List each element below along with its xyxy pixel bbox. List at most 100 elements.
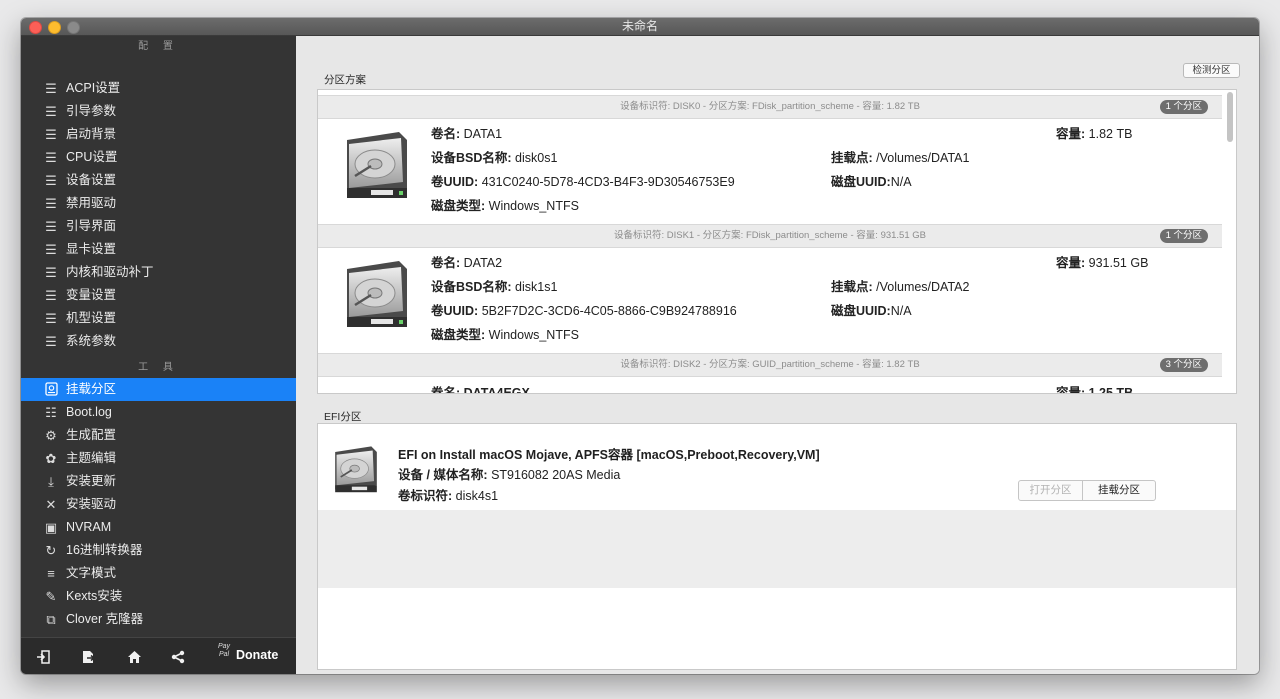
partition-list-panel[interactable]: 设备标识符: DISK0 - 分区方案: FDisk_partition_sch…	[317, 89, 1237, 394]
sidebar-bottom-bar: Pay Pal Donate	[21, 637, 296, 674]
disk-row[interactable]: 卷名: DATA2 容量: 931.51 GB 设备BSD名称: disk1s1…	[318, 248, 1222, 356]
disk-type: 磁盘类型: Windows_NTFS	[431, 199, 579, 213]
bsd-name: 设备BSD名称: disk1s1	[431, 280, 558, 294]
chip-icon: ▣	[44, 520, 58, 535]
efi-title: EFI on Install macOS Mojave, APFS容器 [mac…	[398, 448, 820, 462]
partition-count-badge: 3 个分区	[1159, 358, 1208, 372]
disk-header: 设备标识符: DISK1 - 分区方案: FDisk_partition_sch…	[318, 224, 1222, 248]
clone-icon: ⧉	[46, 612, 56, 627]
tools-icon: ✕	[45, 497, 57, 512]
sidebar-item-boot-log[interactable]: ☷ Boot.log	[21, 401, 296, 424]
list-icon: ☰	[45, 242, 57, 257]
detect-partition-button[interactable]: 检测分区	[1183, 63, 1240, 78]
donate-button[interactable]: Donate	[236, 648, 278, 662]
list-icon: ☰	[45, 150, 57, 165]
list-icon: ☰	[45, 104, 57, 119]
scrollbar[interactable]	[1227, 92, 1233, 142]
list-icon: ☰	[45, 196, 57, 211]
capacity: 容量: 1.25 TB	[1056, 386, 1134, 394]
sidebar-item-install-update[interactable]: ⤓ 安装更新	[21, 470, 296, 493]
volume-name: 卷名: DATA4EGX	[431, 386, 530, 394]
hard-drive-icon	[341, 259, 413, 331]
volume-name: 卷名: DATA1	[431, 127, 503, 141]
efi-volume-id: 卷标识符: disk4s1	[398, 489, 499, 503]
window-title: 未命名	[621, 19, 658, 33]
disk-header: 设备标识符: DISK0 - 分区方案: FDisk_partition_sch…	[318, 95, 1222, 119]
mount-partition-button[interactable]: 挂载分区	[1083, 481, 1155, 500]
disk-uuid: 磁盘UUID:N/A	[831, 304, 912, 318]
mount-point: 挂载点: /Volumes/DATA2	[831, 280, 970, 294]
config-section-header: 配 置	[138, 41, 179, 52]
home-icon[interactable]	[124, 647, 144, 667]
sidebar-item-hex-converter[interactable]: ↻ 16进制转换器	[21, 539, 296, 562]
disk-type: 磁盘类型: Windows_NTFS	[431, 328, 579, 342]
palette-icon: ✿	[45, 451, 57, 466]
tools-section-header: 工 具	[138, 362, 179, 373]
disk-row[interactable]: 卷名: DATA4EGX 容量: 1.25 TB	[318, 377, 1222, 394]
list-icon: ☰	[45, 81, 57, 96]
sidebar-item-kexts-install[interactable]: ✎ Kexts安装	[21, 585, 296, 608]
hard-drive-icon	[341, 130, 413, 202]
disk-header-text: 设备标识符: DISK1 - 分区方案: FDisk_partition_sch…	[613, 230, 926, 241]
export-icon[interactable]	[78, 647, 98, 667]
sidebar-item-kernel-patches[interactable]: ☰ 内核和驱动补丁	[21, 261, 296, 284]
paypal-logo: Pay Pal	[217, 643, 231, 658]
efi-media-name: 设备 / 媒体名称: ST916082 20AS Media	[398, 468, 621, 482]
mount-point: 挂载点: /Volumes/DATA1	[831, 151, 970, 165]
partition-count-badge: 1 个分区	[1159, 229, 1208, 243]
import-icon[interactable]	[33, 647, 53, 667]
volume-uuid: 卷UUID: 5B2F7D2C-3CD6-4C05-8866-C9B924788…	[431, 304, 737, 318]
sidebar-item-theme-editor[interactable]: ✿ 主题编辑	[21, 447, 296, 470]
brush-icon: ✎	[45, 589, 57, 604]
disk-header: 设备标识符: DISK2 - 分区方案: GUID_partition_sche…	[318, 353, 1222, 377]
efi-section-title: EFI分区	[324, 411, 362, 423]
list-icon: ☰	[45, 127, 57, 142]
sidebar-item-generate-config[interactable]: ⚙ 生成配置	[21, 424, 296, 447]
capacity: 容量: 1.82 TB	[1056, 127, 1133, 141]
refresh-icon: ↻	[45, 543, 57, 558]
disk-icon	[43, 378, 59, 403]
bsd-name: 设备BSD名称: disk0s1	[431, 151, 558, 165]
share-icon[interactable]	[168, 647, 188, 667]
volume-name: 卷名: DATA2	[431, 256, 503, 270]
list-icon: ☰	[45, 311, 57, 326]
hard-drive-icon	[331, 445, 381, 495]
efi-empty-row	[318, 510, 1236, 588]
sidebar-item-boot-args[interactable]: ☰ 引导参数	[21, 100, 296, 123]
sidebar-item-boot-background[interactable]: ☰ 启动背景	[21, 123, 296, 146]
sidebar-item-disable-drivers[interactable]: ☰ 禁用驱动	[21, 192, 296, 215]
partition-section-title: 分区方案	[324, 74, 366, 86]
capacity: 容量: 931.51 GB	[1056, 256, 1149, 270]
sidebar-item-variables[interactable]: ☰ 变量设置	[21, 284, 296, 307]
gears-icon: ⚙	[45, 428, 57, 443]
title-bar: 未命名	[21, 18, 1259, 36]
sidebar-item-devices[interactable]: ☰ 设备设置	[21, 169, 296, 192]
sidebar-item-acpi[interactable]: ☰ ACPI设置	[21, 77, 296, 100]
disk-uuid: 磁盘UUID:N/A	[831, 175, 912, 189]
app-window: 未命名 配 置 ☰ ACPI设置 ☰ 引导参数 ☰ 启动背景 ☰ CPU设置 ☰ 设备设置…	[21, 18, 1259, 674]
list-icon: ☰	[45, 219, 57, 234]
sidebar-item-install-drivers[interactable]: ✕ 安装驱动	[21, 493, 296, 516]
sidebar-item-system-params[interactable]: ☰ 系统参数	[21, 330, 296, 353]
sidebar-item-graphics[interactable]: ☰ 显卡设置	[21, 238, 296, 261]
sidebar-item-nvram[interactable]: ▣ NVRAM	[21, 516, 296, 539]
sidebar-item-mount-partition[interactable]: 挂载分区	[21, 378, 296, 401]
efi-partition-row[interactable]: EFI on Install macOS Mojave, APFS容器 [mac…	[318, 424, 1236, 510]
volume-uuid: 卷UUID: 431C0240-5D78-4CD3-B4F3-9D3054675…	[431, 175, 735, 189]
disk-row[interactable]: 卷名: DATA1 容量: 1.82 TB 设备BSD名称: disk0s1 挂…	[318, 119, 1222, 227]
open-partition-button[interactable]: 打开分区	[1019, 481, 1083, 500]
sidebar-item-gui[interactable]: ☰ 引导界面	[21, 215, 296, 238]
log-search-icon: ☷	[45, 405, 57, 420]
download-icon: ⤓	[48, 474, 54, 489]
sidebar-item-cpu[interactable]: ☰ CPU设置	[21, 146, 296, 169]
sidebar-item-text-mode[interactable]: ≡ 文字模式	[21, 562, 296, 585]
sidebar-item-clover-cloner[interactable]: ⧉ Clover 克隆器	[21, 608, 296, 631]
list-icon: ☰	[45, 288, 57, 303]
main-content: 分区方案 检测分区 设备标识符: DISK0 - 分区方案: FDisk_par…	[296, 36, 1259, 674]
sidebar-item-smbios[interactable]: ☰ 机型设置	[21, 307, 296, 330]
disk-header-text: 设备标识符: DISK0 - 分区方案: FDisk_partition_sch…	[620, 101, 920, 112]
efi-action-segment: 打开分区 挂载分区	[1018, 480, 1156, 501]
sidebar: 配 置 ☰ ACPI设置 ☰ 引导参数 ☰ 启动背景 ☰ CPU设置 ☰ 设备设置 ☰ 禁用…	[21, 36, 296, 674]
efi-panel: EFI on Install macOS Mojave, APFS容器 [mac…	[317, 423, 1237, 670]
disk-header-text: 设备标识符: DISK2 - 分区方案: GUID_partition_sche…	[620, 359, 920, 370]
